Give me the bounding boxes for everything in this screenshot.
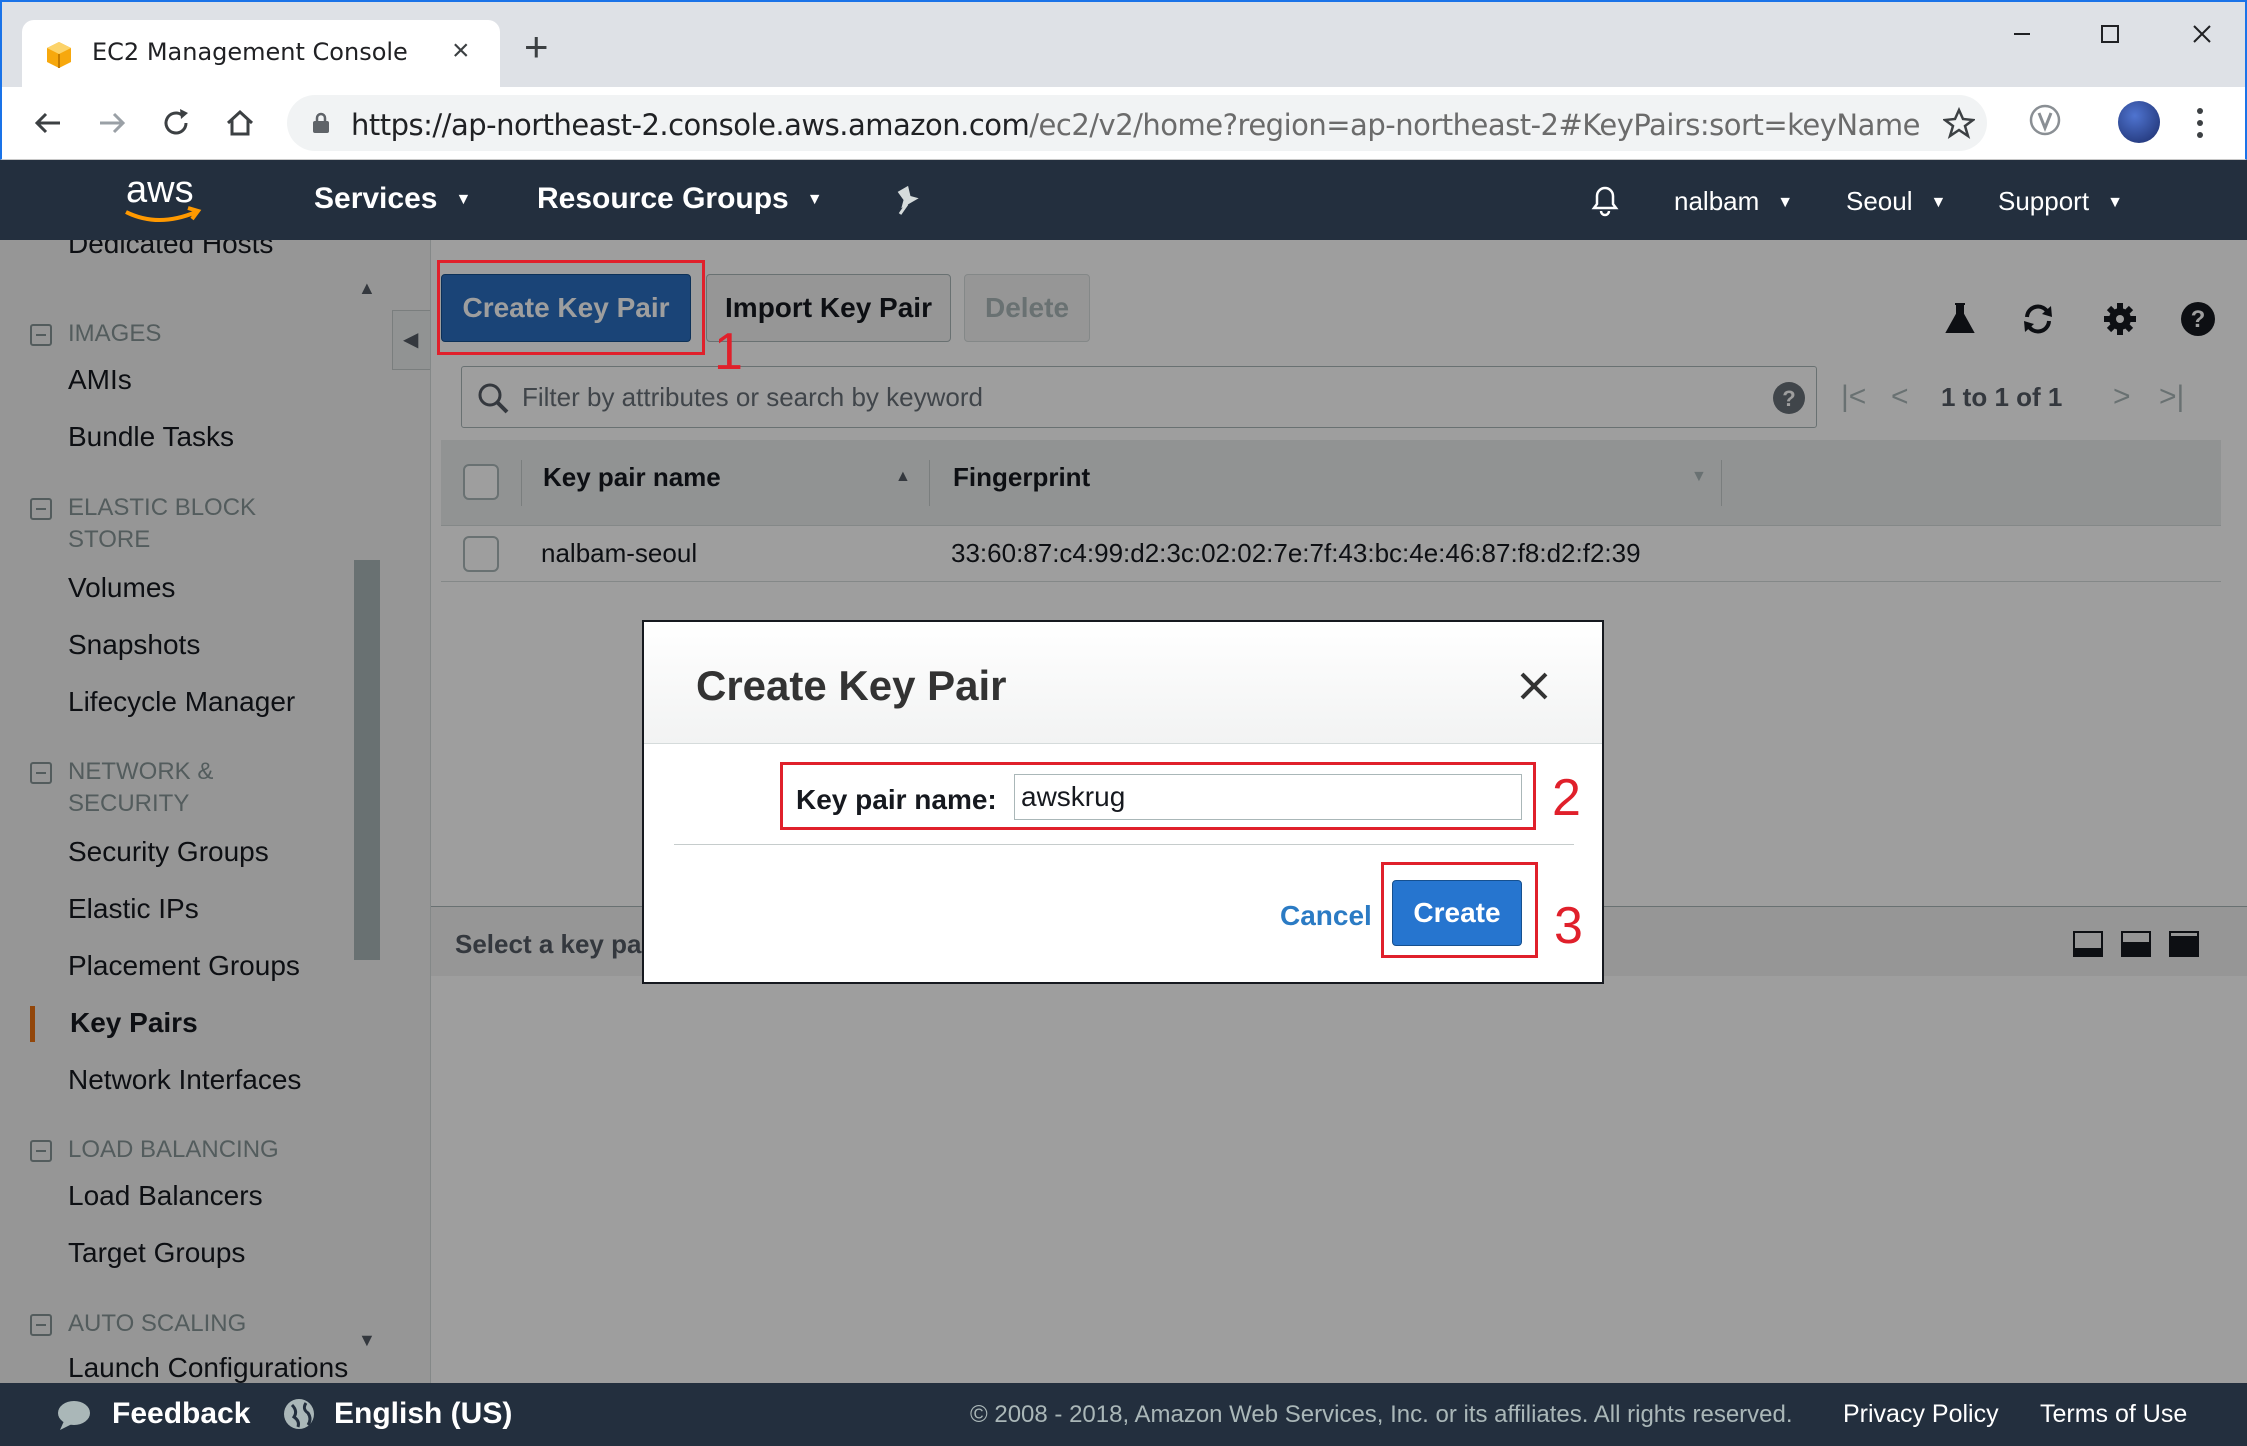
aws-logo[interactable]: aws bbox=[118, 166, 208, 232]
forward-icon[interactable] bbox=[90, 101, 134, 145]
profile-avatar[interactable] bbox=[2118, 101, 2160, 143]
account-label: nalbam bbox=[1674, 186, 1760, 216]
dialog-title: Create Key Pair bbox=[696, 662, 1007, 709]
caret-down-icon: ▼ bbox=[1930, 194, 1947, 212]
copyright-text: © 2008 - 2018, Amazon Web Services, Inc.… bbox=[970, 1401, 1793, 1428]
extension-icon[interactable] bbox=[2028, 103, 2062, 137]
region-label: Seoul bbox=[1846, 186, 1913, 216]
cancel-button[interactable]: Cancel bbox=[1280, 900, 1372, 932]
maximize-icon[interactable] bbox=[2080, 14, 2140, 54]
step-1-number: 1 bbox=[714, 323, 743, 381]
home-icon[interactable] bbox=[218, 101, 262, 145]
dialog-divider bbox=[674, 844, 1574, 845]
privacy-policy-link[interactable]: Privacy Policy bbox=[1843, 1400, 1999, 1429]
support-menu[interactable]: Support ▼ bbox=[1998, 186, 2123, 217]
services-label: Services bbox=[314, 182, 438, 215]
aws-navbar: aws Services ▼ Resource Groups ▼ nalbam ▼ S… bbox=[0, 160, 2247, 240]
console-footer: Feedback English (US) © 2008 - 2018, Ama… bbox=[0, 1383, 2247, 1446]
new-tab-button[interactable]: + bbox=[524, 26, 549, 68]
tab-close-icon[interactable]: × bbox=[452, 34, 470, 68]
feedback-link[interactable]: Feedback bbox=[112, 1397, 250, 1431]
aws-favicon-icon bbox=[47, 42, 71, 68]
services-menu[interactable]: Services ▼ bbox=[314, 182, 471, 216]
language-selector[interactable]: English (US) bbox=[334, 1397, 512, 1431]
support-label: Support bbox=[1998, 186, 2090, 216]
caret-down-icon: ▼ bbox=[455, 191, 472, 209]
address-bar[interactable]: https://ap-northeast-2.console.aws.amazo… bbox=[287, 95, 1987, 151]
minimize-icon[interactable] bbox=[1992, 14, 2052, 54]
url-domain: https://ap-northeast-2.console.aws.amazo… bbox=[351, 108, 1030, 142]
resource-groups-menu[interactable]: Resource Groups ▼ bbox=[537, 182, 823, 216]
step-2-highlight bbox=[780, 762, 1536, 830]
caret-down-icon: ▼ bbox=[806, 191, 823, 209]
bell-icon[interactable] bbox=[1588, 182, 1622, 218]
close-icon[interactable] bbox=[1516, 668, 1552, 704]
region-menu[interactable]: Seoul ▼ bbox=[1846, 186, 1946, 217]
back-icon[interactable] bbox=[26, 101, 70, 145]
browser-tab[interactable]: EC2 Management Console × bbox=[22, 20, 500, 89]
terms-of-use-link[interactable]: Terms of Use bbox=[2040, 1400, 2187, 1429]
step-3-highlight bbox=[1381, 862, 1538, 958]
lock-icon bbox=[313, 112, 329, 133]
browser-tabstrip: EC2 Management Console × + bbox=[0, 0, 2247, 89]
step-3-number: 3 bbox=[1554, 897, 1583, 955]
url-text: https://ap-northeast-2.console.aws.amazo… bbox=[351, 108, 1920, 142]
step-2-number: 2 bbox=[1552, 769, 1581, 827]
tab-title: EC2 Management Console bbox=[92, 38, 408, 66]
browser-toolbar: https://ap-northeast-2.console.aws.amazo… bbox=[0, 87, 2247, 160]
caret-down-icon: ▼ bbox=[1777, 194, 1794, 212]
bookmark-star-icon[interactable] bbox=[1943, 107, 1975, 139]
dialog-header: Create Key Pair bbox=[644, 622, 1602, 744]
account-menu[interactable]: nalbam ▼ bbox=[1674, 186, 1793, 217]
pin-icon[interactable] bbox=[892, 184, 922, 216]
step-1-highlight bbox=[437, 260, 705, 355]
window-close-icon[interactable] bbox=[2172, 14, 2232, 54]
resource-groups-label: Resource Groups bbox=[537, 182, 789, 215]
url-path: /ec2/v2/home?region=ap-northeast-2#KeyPa… bbox=[1029, 108, 1920, 142]
globe-icon bbox=[284, 1399, 314, 1429]
caret-down-icon: ▼ bbox=[2107, 194, 2123, 212]
aws-logo-text: aws bbox=[126, 169, 194, 211]
reload-icon[interactable] bbox=[154, 101, 198, 145]
menu-icon[interactable] bbox=[2190, 103, 2210, 143]
speech-bubble-icon bbox=[58, 1401, 90, 1430]
